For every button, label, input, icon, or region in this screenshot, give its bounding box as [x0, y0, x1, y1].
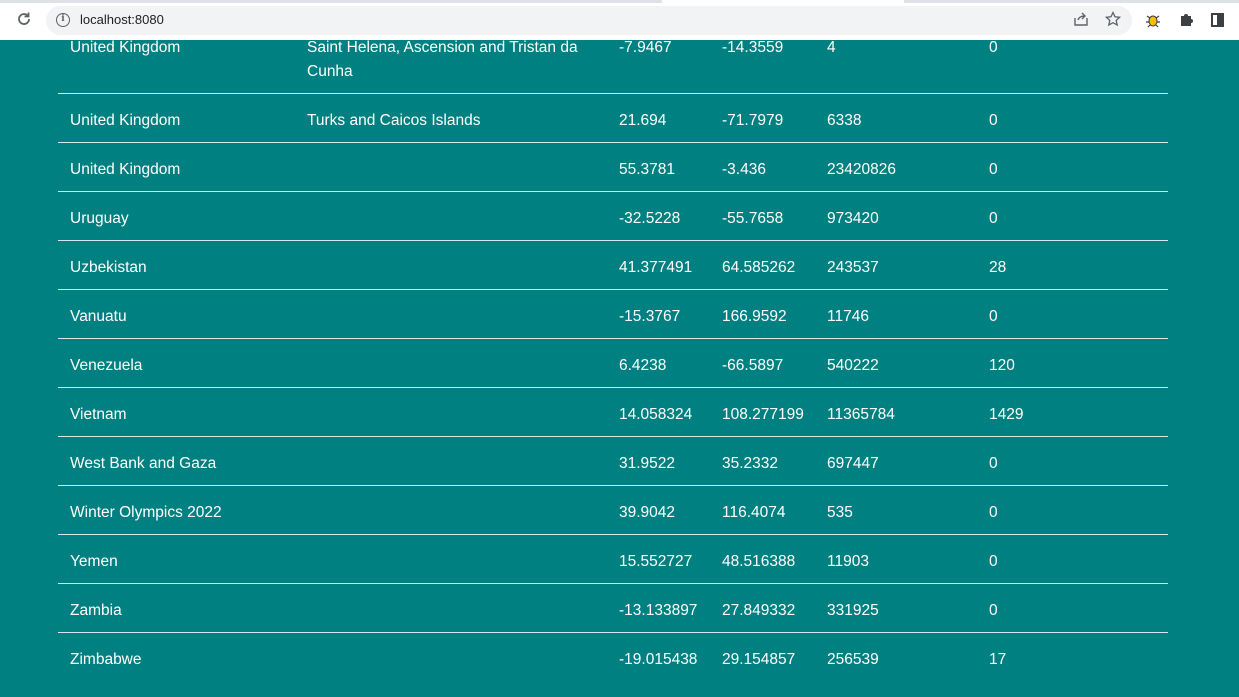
country-cell: Winter Olympics 2022 [70, 504, 222, 521]
latitude-cell: -19.015438 [619, 651, 698, 668]
confirmed-cell: 11746 [827, 308, 869, 325]
confirmed-cell: 11365784 [827, 406, 895, 423]
info-icon[interactable]: i [56, 13, 70, 27]
deaths-cell: 0 [989, 161, 998, 178]
url-text[interactable]: localhost:8080 [80, 12, 164, 27]
table-row: Uzbekistan 41.377491 64.585262 243537 28 [58, 241, 1168, 290]
share-icon[interactable] [1071, 11, 1091, 31]
table-row: United Kingdom 55.3781 -3.436 23420826 0 [58, 143, 1168, 192]
deaths-cell: 0 [989, 210, 998, 227]
latitude-cell: 15.552727 [619, 553, 693, 570]
longitude-cell: 166.9592 [722, 308, 787, 325]
table-row: Venezuela 6.4238 -66.5897 540222 120 [58, 339, 1168, 388]
deaths-cell: 120 [989, 357, 1015, 374]
longitude-cell: -3.436 [722, 161, 766, 178]
longitude-cell: 27.849332 [722, 602, 796, 619]
deaths-cell: 17 [989, 651, 1007, 668]
confirmed-cell: 973420 [827, 210, 879, 227]
province-cell: Saint Helena, Ascension and Tristan da C… [307, 39, 578, 80]
province-cell: Turks and Caicos Islands [307, 112, 481, 129]
country-cell: Venezuela [70, 357, 143, 374]
confirmed-cell: 23420826 [827, 161, 896, 178]
latitude-cell: 39.9042 [619, 504, 676, 521]
country-cell: West Bank and Gaza [70, 455, 217, 472]
reload-icon[interactable] [14, 11, 34, 31]
table-row: Zimbabwe -19.015438 29.154857 256539 17 [58, 633, 1168, 681]
longitude-cell: 48.516388 [722, 553, 796, 570]
country-cell: Vietnam [70, 406, 127, 423]
latitude-cell: 6.4238 [619, 357, 667, 374]
country-cell: United Kingdom [70, 161, 181, 178]
longitude-cell: -66.5897 [722, 357, 784, 374]
tab-strip [0, 0, 1239, 3]
table-row: Uruguay -32.5228 -55.7658 973420 0 [58, 192, 1168, 241]
country-cell: Vanuatu [70, 308, 127, 325]
latitude-cell: -15.3767 [619, 308, 681, 325]
latitude-cell: -32.5228 [619, 210, 681, 227]
confirmed-cell: 11903 [827, 553, 869, 570]
deaths-cell: 1429 [989, 406, 1024, 423]
active-tab[interactable] [662, 0, 904, 3]
confirmed-cell: 6338 [827, 112, 862, 129]
address-bar[interactable]: i localhost:8080 [46, 6, 1132, 35]
bug-extension-icon[interactable] [1143, 11, 1163, 31]
table-row: West Bank and Gaza 31.9522 35.2332 69744… [58, 437, 1168, 486]
longitude-cell: 35.2332 [722, 455, 779, 472]
country-cell: Zimbabwe [70, 651, 142, 668]
table-row: Winter Olympics 2022 39.9042 116.4074 53… [58, 486, 1168, 535]
data-table: United Kingdom Saint Helena, Ascension a… [58, 21, 1168, 681]
puzzle-icon[interactable] [1176, 11, 1196, 31]
country-cell: Yemen [70, 553, 118, 570]
deaths-cell: 0 [989, 308, 998, 325]
deaths-cell: 0 [989, 504, 998, 521]
table-row: Vanuatu -15.3767 166.9592 11746 0 [58, 290, 1168, 339]
longitude-cell: -55.7658 [722, 210, 784, 227]
country-cell: Zambia [70, 602, 122, 619]
table-row: Yemen 15.552727 48.516388 11903 0 [58, 535, 1168, 584]
confirmed-cell: 540222 [827, 357, 879, 374]
star-icon[interactable] [1103, 10, 1123, 31]
longitude-cell: 108.277199 [722, 406, 804, 423]
table-row: Zambia -13.133897 27.849332 331925 0 [58, 584, 1168, 633]
latitude-cell: 55.3781 [619, 161, 676, 178]
confirmed-cell: 256539 [827, 651, 879, 668]
deaths-cell: 0 [989, 602, 998, 619]
longitude-cell: 29.154857 [722, 651, 796, 668]
longitude-cell: 116.4074 [722, 504, 786, 521]
country-cell: Uzbekistan [70, 259, 147, 276]
deaths-cell: 28 [989, 259, 1007, 276]
deaths-cell: 0 [989, 112, 998, 129]
table-row: United Kingdom Turks and Caicos Islands … [58, 94, 1168, 143]
confirmed-cell: 535 [827, 504, 853, 521]
table-row: Vietnam 14.058324 108.277199 11365784 14… [58, 388, 1168, 437]
longitude-cell: 64.585262 [722, 259, 796, 276]
confirmed-cell: 331925 [827, 602, 879, 619]
browser-toolbar: i localhost:8080 [0, 0, 1239, 40]
deaths-cell: 0 [989, 553, 998, 570]
country-cell: United Kingdom [70, 112, 181, 129]
latitude-cell: 31.9522 [619, 455, 676, 472]
side-panel-icon[interactable] [1211, 13, 1224, 27]
confirmed-cell: 697447 [827, 455, 879, 472]
latitude-cell: 14.058324 [619, 406, 693, 423]
latitude-cell: 41.377491 [619, 259, 693, 276]
confirmed-cell: 243537 [827, 259, 879, 276]
latitude-cell: 21.694 [619, 112, 667, 129]
country-cell: Uruguay [70, 210, 129, 227]
latitude-cell: -13.133897 [619, 602, 698, 619]
deaths-cell: 0 [989, 455, 998, 472]
longitude-cell: -71.7979 [722, 112, 784, 129]
